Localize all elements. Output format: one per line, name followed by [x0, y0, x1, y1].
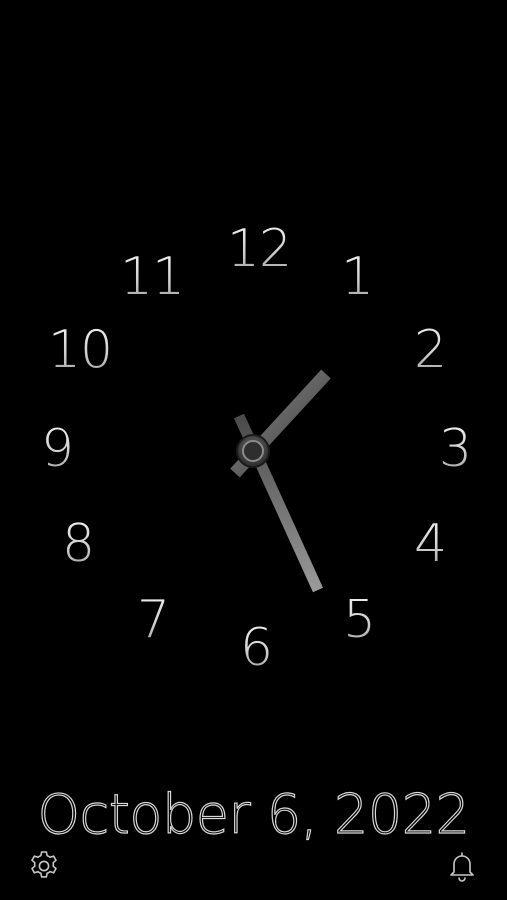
numeral-9: 9 — [17, 419, 97, 479]
clock-screen: 12 1 2 3 4 5 6 7 8 9 10 11 October 6, 20… — [0, 0, 507, 900]
numeral-6: 6 — [216, 618, 296, 678]
date-label: October 6, 2022 — [37, 782, 471, 846]
numeral-10: 10 — [40, 320, 120, 380]
settings-button[interactable] — [24, 846, 64, 886]
numeral-4: 4 — [390, 514, 470, 574]
gear-icon — [31, 851, 57, 878]
numeral-12: 12 — [219, 219, 299, 279]
numeral-1: 1 — [317, 247, 397, 307]
clock-hub — [236, 434, 270, 468]
numeral-3: 3 — [415, 419, 495, 479]
bell-icon — [450, 852, 474, 882]
numeral-2: 2 — [390, 320, 470, 380]
numeral-11: 11 — [112, 247, 192, 307]
numeral-7: 7 — [113, 590, 193, 650]
analog-clock: 12 1 2 3 4 5 6 7 8 9 10 11 — [0, 0, 507, 760]
alarm-button[interactable] — [442, 846, 482, 886]
numeral-5: 5 — [319, 590, 399, 650]
numeral-8: 8 — [38, 514, 118, 574]
